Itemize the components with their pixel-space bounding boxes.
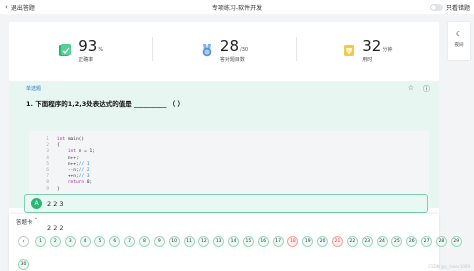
question-bubble[interactable]: 4 (79, 236, 91, 247)
medal-icon (202, 43, 212, 56)
time-unit: 分钟 (382, 47, 393, 53)
question-bubble[interactable]: 11 (183, 236, 195, 247)
question-bubble[interactable]: 9 (153, 236, 165, 247)
stat-time: 32分钟 用时 (295, 22, 439, 77)
line-number: 9 (46, 186, 49, 192)
question-bubble[interactable]: 29 (450, 236, 462, 247)
option-peek-text: 2 2 2 (47, 224, 64, 232)
trophy-icon (344, 44, 355, 56)
page-title: 专项练习-软件开发 (211, 5, 263, 12)
question-panel: 单选题 ☆ ⓘ 1. 下面程序的1,2,3处表达式的值是 __________ … (9, 81, 439, 208)
question-bubble[interactable]: 28 (435, 236, 447, 247)
previous-page-button[interactable]: ‹ (18, 236, 29, 247)
accuracy-label: 正确率 (78, 57, 94, 63)
code-block: 1 int main() 2{3 int n = 1; 4 n++; 5 n++; //… (29, 131, 429, 202)
question-actions: ☆ ⓘ (408, 84, 430, 94)
question-bubble[interactable]: 8 (138, 236, 150, 247)
night-mode-label: 夜间 (454, 43, 464, 48)
night-mode-button[interactable]: ☾ 夜间 (448, 22, 470, 60)
question-bubble-wrong[interactable]: 21 (332, 236, 343, 247)
question-bubble[interactable]: 3 (64, 236, 76, 247)
question-bubble[interactable]: 1 (35, 236, 46, 247)
correct-count-unit: /30 (240, 47, 249, 53)
question-bubble[interactable]: 2 (49, 236, 61, 247)
question-bubble[interactable]: 22 (346, 236, 358, 247)
code-text: } (57, 186, 60, 192)
stats-row: 93% 正确率 28/30 答对题目数 32分钟 用时 (9, 22, 439, 77)
question-bubble[interactable]: 24 (376, 236, 388, 247)
top-bar: ‹ 退出答题 专项练习-软件开发 只看错题 (0, 0, 474, 14)
chevron-down-icon: ˅ (34, 218, 38, 224)
wrong-only-label: 只看错题 (445, 5, 470, 12)
answer-sheet-title: 答题卡 (16, 220, 33, 226)
question-bubble[interactable]: 14 (228, 236, 240, 247)
question-bubble[interactable]: 15 (242, 236, 254, 247)
code-text: int main() (57, 137, 85, 142)
answer-sheet-header[interactable]: 答题卡 ˅ (16, 218, 37, 226)
correct-count-label: 答对题目数 (219, 57, 245, 63)
code-text: return 0; (67, 180, 93, 186)
question-bubble[interactable]: 16 (257, 236, 269, 247)
time-value: 32 (362, 37, 382, 55)
question-bubble[interactable]: 23 (361, 236, 373, 247)
stat-accuracy: 93% 正确率 (9, 22, 152, 77)
star-icon[interactable]: ☆ (408, 84, 414, 94)
question-title: 1. 下面程序的1,2,3处表达式的值是 __________ （ ） (26, 100, 185, 108)
question-bubble[interactable]: 10 (168, 236, 180, 247)
wrong-only-toggle[interactable]: 只看错题 (429, 3, 470, 12)
answer-letter-badge: A (31, 198, 42, 209)
question-bubble[interactable]: 30 (18, 259, 29, 270)
selected-answer[interactable]: A 2 2 3 (24, 194, 428, 213)
correct-count-value: 28 (219, 37, 240, 55)
answer-text: 2 2 3 (47, 199, 64, 208)
question-type: 单选题 (26, 86, 42, 92)
info-icon[interactable]: ⓘ (423, 84, 430, 94)
accuracy-unit: % (98, 47, 104, 53)
accuracy-value: 93 (78, 37, 98, 55)
stat-correct-count: 28/30 答对题目数 (152, 22, 295, 77)
chart-badge-icon (59, 43, 72, 56)
toggle-switch[interactable] (429, 4, 443, 11)
moon-icon: ☾ (455, 30, 463, 38)
watermark: CSDN @y_lovec1009 (428, 264, 470, 269)
question-bubble[interactable]: 17 (272, 236, 284, 247)
time-label: 用时 (362, 57, 373, 63)
code-line: 9} (35, 187, 429, 193)
